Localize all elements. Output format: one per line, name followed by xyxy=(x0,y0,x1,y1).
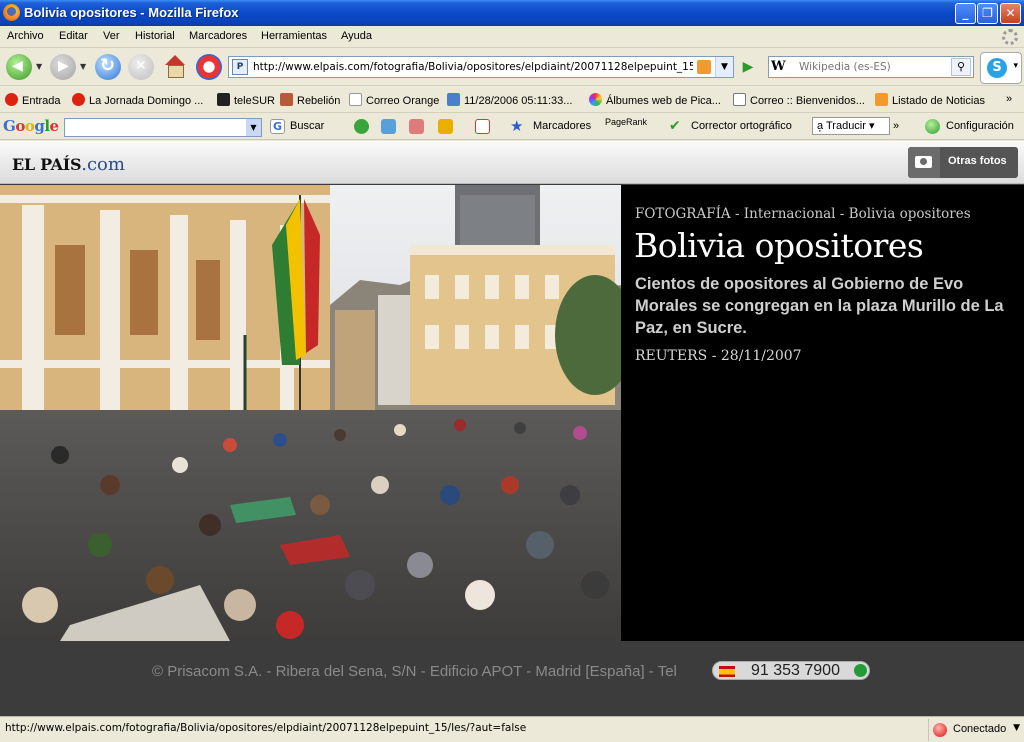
google-buscar-button[interactable]: Buscar xyxy=(290,120,324,132)
menu-marcadores[interactable]: Marcadores xyxy=(189,30,247,42)
site-header: EL PAÍS.com Otras fotos xyxy=(0,141,1024,184)
elpais-logo[interactable]: EL PAÍS.com xyxy=(12,154,125,175)
google-configuracion-button[interactable]: Configuración xyxy=(946,120,1014,132)
news-photo xyxy=(0,185,621,641)
menu-ver[interactable]: Ver xyxy=(103,30,120,42)
google-marcadores-button[interactable]: Marcadores xyxy=(533,120,591,132)
bookmark-picasa[interactable]: Álbumes web de Pica... xyxy=(589,93,721,107)
site-footer: © Prisacom S.A. - Ribera del Sena, S/N -… xyxy=(0,641,1024,716)
bookmark-correo-orange[interactable]: Correo Orange xyxy=(349,93,439,107)
status-url: http://www.elpais.com/fotografia/Bolivia… xyxy=(5,722,527,734)
connection-status[interactable]: Conectado ▼ xyxy=(928,719,1024,741)
call-icon[interactable] xyxy=(854,664,867,677)
photo-title: Bolivia opositores xyxy=(634,226,924,265)
gmail-icon[interactable] xyxy=(475,119,490,134)
popup-blocker-icon[interactable] xyxy=(438,119,453,134)
window-titlebar: Bolivia opositores - Mozilla Firefox _ ❐… xyxy=(0,0,1024,26)
wikipedia-engine-icon[interactable]: W xyxy=(771,59,797,75)
photo-credit: REUTERS - 28/11/2007 xyxy=(635,348,802,364)
otras-fotos-button[interactable]: Otras fotos xyxy=(908,147,1018,178)
back-history-dropdown-icon[interactable]: ▼ xyxy=(36,62,42,71)
envelope-icon xyxy=(733,93,746,106)
maximize-button[interactable]: ❐ xyxy=(977,3,998,24)
photo-icon[interactable] xyxy=(381,119,396,134)
phone-number[interactable]: 91 353 7900 xyxy=(751,662,840,679)
rss-feed-icon[interactable] xyxy=(697,60,711,74)
site-favicon-icon: P xyxy=(232,59,248,75)
url-text[interactable]: http://www.elpais.com/fotografia/Bolivia… xyxy=(253,61,693,73)
google-corrector-button[interactable]: Corrector ortográfico xyxy=(691,120,792,132)
rss-feed-icon xyxy=(875,93,888,106)
bookmark-correo[interactable]: Correo :: Bienvenidos... xyxy=(733,93,865,107)
spellcheck-icon: ✔ xyxy=(669,118,681,134)
close-button[interactable]: ✕ xyxy=(1000,3,1021,24)
search-input[interactable] xyxy=(799,59,947,75)
search-box[interactable]: W ⚲ xyxy=(768,56,974,78)
star-bookmarks-icon: ★ xyxy=(510,117,524,135)
google-traducir-button[interactable]: a͙ Traducir ▾ xyxy=(812,117,890,135)
google-g-icon: G xyxy=(270,119,285,134)
bookmark-listado-noticias[interactable]: Listado de Noticias xyxy=(875,93,985,107)
bookmark-2006[interactable]: 11/28/2006 05:11:33... xyxy=(447,93,572,107)
bookmark-rebelion[interactable]: Rebelión xyxy=(280,93,340,107)
connection-label: Conectado xyxy=(953,723,1007,735)
forward-button[interactable] xyxy=(50,54,76,80)
home-button[interactable] xyxy=(162,54,188,80)
google-logo[interactable]: Google xyxy=(3,117,59,135)
spain-flag-icon xyxy=(719,666,735,677)
address-bar[interactable]: P http://www.elpais.com/fotografia/Boliv… xyxy=(228,56,734,78)
menu-herramientas[interactable]: Herramientas xyxy=(261,30,327,42)
skype-addon-button[interactable] xyxy=(980,52,1022,84)
url-history-dropdown-icon[interactable]: ▼ xyxy=(715,57,733,77)
photo-caption-panel: FOTOGRAFÍA - Internacional - Bolivia opo… xyxy=(621,185,1024,641)
mail-icon xyxy=(447,93,460,106)
web-page: EL PAÍS.com Otras fotos FOTOGRAFÍA - Int… xyxy=(0,141,1024,716)
chevron-down-icon[interactable]: ▼ xyxy=(246,119,261,136)
opera-icon[interactable] xyxy=(196,54,222,80)
page-icon xyxy=(349,93,362,106)
search-magnifier-icon[interactable]: ⚲ xyxy=(951,58,971,76)
bookmarks-overflow-chevron[interactable]: » xyxy=(1006,93,1012,105)
menu-editar[interactable]: Editar xyxy=(59,30,88,42)
picasa-icon xyxy=(589,93,602,106)
camera-icon xyxy=(908,147,940,178)
breadcrumb[interactable]: FOTOGRAFÍA - Internacional - Bolivia opo… xyxy=(635,206,971,222)
puzzle-icon[interactable] xyxy=(354,119,369,134)
go-button[interactable]: ▶ xyxy=(738,57,758,77)
footer-copyright: © Prisacom S.A. - Ribera del Sena, S/N -… xyxy=(152,663,677,680)
window-title: Bolivia opositores - Mozilla Firefox xyxy=(24,5,239,20)
google-search-input[interactable]: ▼ xyxy=(64,118,262,137)
loading-throbber-icon xyxy=(1002,29,1018,45)
google-toolbar-overflow-chevron[interactable]: » xyxy=(893,120,899,132)
firefox-icon xyxy=(3,4,20,21)
minimize-button[interactable]: _ xyxy=(955,3,976,24)
menu-archivo[interactable]: Archivo xyxy=(7,30,44,42)
menu-historial[interactable]: Historial xyxy=(135,30,175,42)
connection-globe-icon xyxy=(933,723,947,737)
forward-history-dropdown-icon[interactable]: ▼ xyxy=(80,62,86,71)
bookmark-telesur[interactable]: teleSUR xyxy=(217,93,275,107)
bookmark-la-jornada[interactable]: La Jornada Domingo ... xyxy=(72,93,203,107)
translate-icon: a͙ xyxy=(817,120,826,132)
settings-status-icon xyxy=(925,119,940,134)
bookmarks-toolbar: Entrada La Jornada Domingo ... teleSUR R… xyxy=(0,87,1024,113)
bookmark-favicon-icon xyxy=(5,93,18,106)
bookmark-favicon-icon xyxy=(72,93,85,106)
protest-photo-illustration xyxy=(0,185,621,641)
news-icon[interactable] xyxy=(409,119,424,134)
back-button[interactable] xyxy=(6,54,32,80)
phone-widget[interactable]: 91 353 7900 xyxy=(712,661,870,680)
reload-button[interactable] xyxy=(95,54,121,80)
stop-button[interactable] xyxy=(128,54,154,80)
pagerank-indicator[interactable]: PageRank xyxy=(605,117,647,127)
google-toolbar: Google ▼ G Buscar ★ Marcadores PageRank … xyxy=(0,114,1024,140)
menu-ayuda[interactable]: Ayuda xyxy=(341,30,372,42)
bookmark-favicon-icon xyxy=(280,93,293,106)
photo-description: Cientos de opositores al Gobierno de Evo… xyxy=(635,275,1004,337)
bookmark-entrada[interactable]: Entrada xyxy=(5,93,61,107)
status-bar: http://www.elpais.com/fotografia/Bolivia… xyxy=(0,716,1024,742)
bookmark-favicon-icon xyxy=(217,93,230,106)
chevron-down-icon[interactable]: ▼ xyxy=(1013,723,1020,733)
menu-bar: Archivo Editar Ver Historial Marcadores … xyxy=(0,26,1024,48)
